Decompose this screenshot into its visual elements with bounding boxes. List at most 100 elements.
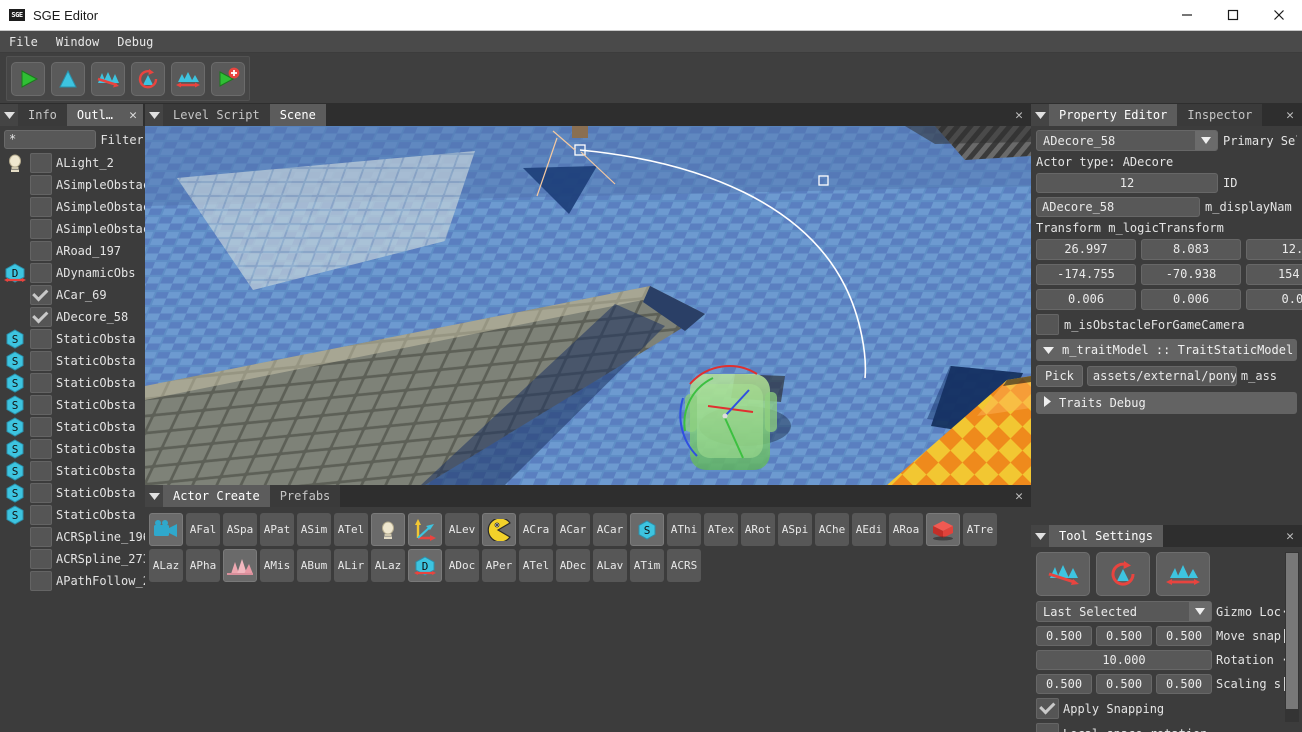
outliner-row[interactable]: ASimpleObstacle <box>0 174 145 196</box>
outliner-row-checkbox[interactable] <box>30 197 52 217</box>
scale-mode-button[interactable] <box>1156 552 1210 596</box>
outliner-row-checkbox[interactable] <box>30 307 52 327</box>
actor-create-button[interactable]: ALaz <box>149 549 183 582</box>
menu-debug[interactable]: Debug <box>108 32 162 52</box>
actor-create-button[interactable]: ARot <box>741 513 775 546</box>
tab-level-script[interactable]: Level Script <box>163 104 270 126</box>
actor-create-button[interactable] <box>926 513 960 546</box>
move-snap-x-field[interactable]: 0.500 <box>1036 626 1092 646</box>
outliner-row[interactable]: ACar_69 <box>0 284 145 306</box>
outliner-row-checkbox[interactable] <box>30 175 52 195</box>
outliner-row[interactable]: D ADynamicObs <box>0 262 145 284</box>
outliner-tab-close-icon[interactable]: ✕ <box>123 104 144 126</box>
local-space-rotation-checkbox[interactable] <box>1036 723 1059 732</box>
actor-id-field[interactable]: 12 <box>1036 173 1218 193</box>
outliner-row-checkbox[interactable] <box>30 351 52 371</box>
outliner-row-checkbox[interactable] <box>30 505 52 525</box>
actor-create-button[interactable]: ARoa <box>889 513 923 546</box>
traits-debug-section-header[interactable]: Traits Debug <box>1036 392 1297 414</box>
scale-z-field[interactable]: 0.00 <box>1246 289 1302 310</box>
outliner-row-checkbox[interactable] <box>30 439 52 459</box>
actor-create-button[interactable]: APat <box>260 513 294 546</box>
actor-create-button[interactable]: ADec <box>556 549 590 582</box>
outliner-row[interactable]: ACRSpline_196 <box>0 526 145 548</box>
scale-snap-y-field[interactable]: 0.500 <box>1096 674 1152 694</box>
actor-create-button[interactable]: ASpi <box>778 513 812 546</box>
rotate-mode-button[interactable] <box>1096 552 1150 596</box>
outliner-row-checkbox[interactable] <box>30 395 52 415</box>
actor-create-button[interactable] <box>149 513 183 546</box>
rotate-tool-button[interactable] <box>131 61 165 96</box>
outliner-row[interactable]: ADecore_58 <box>0 306 145 328</box>
viewport-menu-chevron-down-icon[interactable] <box>145 104 163 126</box>
outliner-row-checkbox[interactable] <box>30 285 52 305</box>
tool-settings-scrollbar[interactable] <box>1285 552 1299 722</box>
actor-create-button[interactable]: ASpa <box>223 513 257 546</box>
scrollbar-thumb[interactable] <box>1286 553 1298 709</box>
outliner-row[interactable]: S StaticObsta <box>0 394 145 416</box>
outliner-row-checkbox[interactable] <box>30 263 52 283</box>
property-editor-menu-chevron-down-icon[interactable] <box>1031 104 1049 126</box>
actor-create-button[interactable]: ATel <box>334 513 368 546</box>
outliner-row[interactable]: ARoad_197 <box>0 240 145 262</box>
tab-prefabs[interactable]: Prefabs <box>269 485 341 507</box>
actor-create-button[interactable]: ACra <box>519 513 553 546</box>
outliner-row[interactable]: APathFollow_274 <box>0 570 145 592</box>
outliner-row[interactable]: ASimpleObstacle <box>0 196 145 218</box>
translate-mode-button[interactable] <box>1036 552 1090 596</box>
trait-model-section-header[interactable]: m_traitModel :: TraitStaticModel <box>1036 339 1297 361</box>
rotation-snap-field[interactable]: 10.000 <box>1036 650 1212 670</box>
outliner-row-checkbox[interactable] <box>30 329 52 349</box>
outliner-row-checkbox[interactable] <box>30 241 52 261</box>
move-snap-y-field[interactable]: 0.500 <box>1096 626 1152 646</box>
actor-create-button[interactable]: AThi <box>667 513 701 546</box>
menu-window[interactable]: Window <box>47 32 108 52</box>
actor-create-button[interactable]: ATre <box>963 513 997 546</box>
actor-create-button[interactable]: ASim <box>297 513 331 546</box>
actor-create-button[interactable]: ATex <box>704 513 738 546</box>
select-tool-button[interactable] <box>51 61 85 96</box>
gizmo-location-dropdown[interactable]: Last Selected <box>1036 601 1212 622</box>
actor-create-button[interactable]: ACar <box>593 513 627 546</box>
outliner-row[interactable]: S StaticObsta <box>0 328 145 350</box>
minimize-button[interactable] <box>1164 0 1210 31</box>
rotation-y-field[interactable]: -70.938 <box>1141 264 1241 285</box>
outliner-row-checkbox[interactable] <box>30 527 52 547</box>
outliner-row[interactable]: S StaticObsta <box>0 460 145 482</box>
actor-create-button[interactable]: AChe <box>815 513 849 546</box>
outliner-row-checkbox[interactable] <box>30 571 52 591</box>
move-tool-button[interactable] <box>91 61 125 96</box>
property-editor-tab-close-icon[interactable]: ✕ <box>1280 104 1300 126</box>
outliner-row[interactable]: S StaticObsta <box>0 504 145 526</box>
filter-input[interactable]: * <box>4 130 97 149</box>
position-z-field[interactable]: 12.5 <box>1246 239 1302 260</box>
tab-outliner[interactable]: Outl… <box>66 104 124 126</box>
outliner-row[interactable]: S StaticObsta <box>0 372 145 394</box>
outliner-row-checkbox[interactable] <box>30 417 52 437</box>
actor-create-button[interactable]: ALev <box>445 513 479 546</box>
close-button[interactable] <box>1256 0 1302 31</box>
apply-snapping-checkbox[interactable] <box>1036 698 1059 719</box>
actor-create-button[interactable]: S <box>630 513 664 546</box>
selected-actor-dropdown[interactable]: ADecore_58 <box>1036 130 1218 151</box>
outliner-row-checkbox[interactable] <box>30 461 52 481</box>
scale-tool-button[interactable] <box>171 61 205 96</box>
scene-viewport-3d[interactable] <box>145 126 1031 485</box>
actor-create-button[interactable] <box>408 513 442 546</box>
outliner-row[interactable]: ACRSpline_273 <box>0 548 145 570</box>
scale-snap-x-field[interactable]: 0.500 <box>1036 674 1092 694</box>
scale-y-field[interactable]: 0.006 <box>1141 289 1241 310</box>
outliner-row-checkbox[interactable] <box>30 483 52 503</box>
actor-create-button[interactable] <box>371 513 405 546</box>
outliner-row[interactable]: ASimpleObstacle <box>0 218 145 240</box>
actor-create-button[interactable]: ACar <box>556 513 590 546</box>
move-snap-z-field[interactable]: 0.500 <box>1156 626 1212 646</box>
add-actor-button[interactable] <box>211 61 245 96</box>
actor-create-menu-chevron-down-icon[interactable] <box>145 485 163 507</box>
tab-property-editor[interactable]: Property Editor <box>1049 104 1178 126</box>
pick-asset-button[interactable]: Pick <box>1036 365 1083 387</box>
actor-create-button[interactable]: AEdi <box>852 513 886 546</box>
viewport-tab-close-icon[interactable]: ✕ <box>1009 104 1029 126</box>
tool-settings-tab-close-icon[interactable]: ✕ <box>1280 525 1300 547</box>
actor-create-button[interactable]: APer <box>482 549 516 582</box>
